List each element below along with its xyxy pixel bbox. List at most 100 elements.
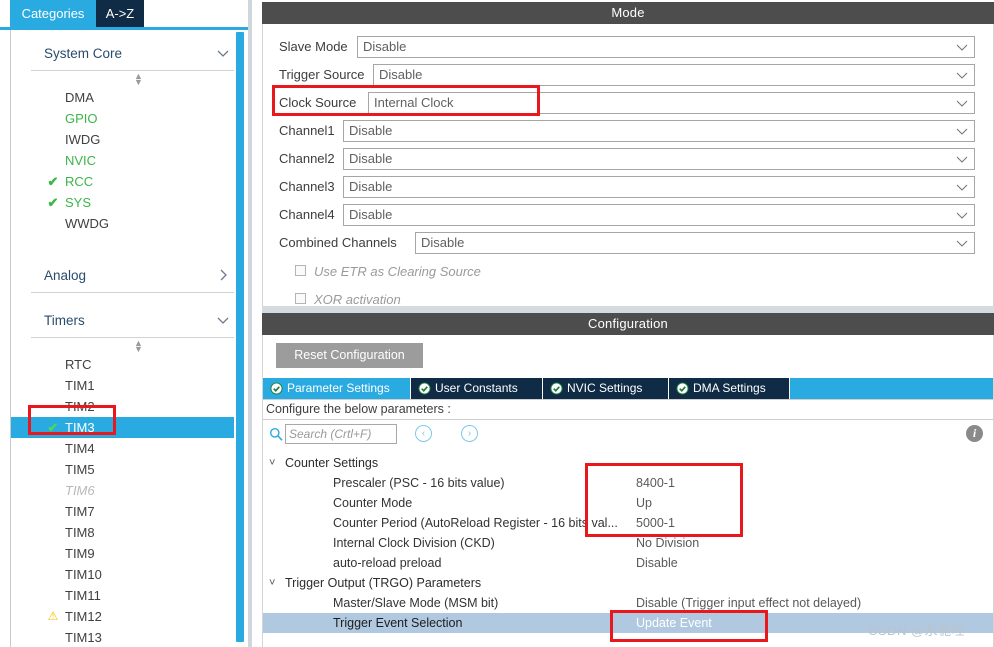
sidebar-item-sys[interactable]: ✔ SYS — [11, 192, 248, 213]
sidebar-item-tim4[interactable]: TIM4 — [11, 438, 248, 459]
sidebar-item-tim13[interactable]: TIM13 — [11, 627, 248, 647]
item-status-icon — [45, 480, 61, 501]
sidebar-item-rcc[interactable]: ✔ RCC — [11, 171, 248, 192]
sidebar-item-iwdg[interactable]: IWDG — [11, 129, 248, 150]
clock-source-dropdown[interactable]: Internal Clock — [368, 92, 975, 114]
param-row-prescaler[interactable]: Prescaler (PSC - 16 bits value) 8400-1 — [263, 473, 993, 493]
checkbox-row-use-etr[interactable]: Use ETR as Clearing Source — [263, 259, 663, 285]
timers-spinner[interactable]: ▲ ▼ — [11, 338, 248, 354]
peripheral-sidebar: Categories A->Z System Core ▲ ▼ DMA GPIO… — [0, 0, 252, 647]
reset-configuration-button[interactable]: Reset Configuration — [276, 343, 423, 368]
tab-categories[interactable]: Categories — [10, 0, 96, 28]
sidebar-item-label: GPIO — [65, 111, 98, 126]
item-status-icon — [45, 564, 61, 585]
slave-mode-dropdown[interactable]: Disable — [357, 36, 975, 58]
configure-hint-bar: Configure the below parameters : — [263, 399, 993, 420]
param-name: Counter Mode — [333, 496, 413, 510]
system-core-spinner[interactable]: ▲ ▼ — [11, 71, 248, 87]
search-next-button[interactable]: › — [461, 425, 478, 442]
sidebar-item-label: TIM13 — [65, 630, 102, 645]
sidebar-item-tim10[interactable]: TIM10 — [11, 564, 248, 585]
sidebar-item-tim8[interactable]: TIM8 — [11, 522, 248, 543]
sidebar-item-tim6[interactable]: TIM6 — [11, 480, 248, 501]
chevron-down-icon — [217, 50, 229, 57]
channel1-dropdown[interactable]: Disable — [343, 120, 975, 142]
sidebar-item-label: TIM11 — [65, 588, 101, 603]
sidebar-item-rtc[interactable]: RTC — [11, 354, 248, 375]
timers-list: RTC TIM1 TIM2 ✔ TIM3 TIM4 TIM5 TIM6 TIM7… — [11, 354, 248, 647]
sidebar-item-label: NVIC — [65, 153, 97, 168]
param-group-counter-settings[interactable]: ˅ Counter Settings — [263, 453, 993, 473]
dropdown-value: Disable — [421, 235, 465, 250]
search-prev-button[interactable]: ‹ — [415, 425, 432, 442]
sidebar-item-tim7[interactable]: TIM7 — [11, 501, 248, 522]
sidebar-group-timers[interactable]: Timers — [31, 307, 234, 338]
combined-channels-dropdown[interactable]: Disable — [415, 232, 975, 254]
mode-label: Channel4 — [279, 207, 335, 222]
param-value[interactable]: Update Event — [636, 613, 712, 633]
sidebar-group-label: Analog — [44, 268, 87, 283]
sidebar-item-tim1[interactable]: TIM1 — [11, 375, 248, 396]
checkbox-icon[interactable] — [295, 265, 306, 276]
param-row-counter-mode[interactable]: Counter Mode Up — [263, 493, 993, 513]
param-row-auto-reload-preload[interactable]: auto-reload preload Disable — [263, 553, 993, 573]
param-value[interactable]: Disable (Trigger input effect not delaye… — [636, 593, 861, 613]
tab-dma-settings[interactable]: DMA Settings — [669, 378, 790, 399]
sidebar-item-label: TIM10 — [65, 567, 102, 582]
check-circle-icon — [418, 382, 431, 395]
param-row-master-slave-mode[interactable]: Master/Slave Mode (MSM bit) Disable (Tri… — [263, 593, 993, 613]
check-icon: ✔ — [47, 195, 59, 210]
param-value[interactable]: 5000-1 — [636, 513, 675, 533]
param-value[interactable]: Disable — [636, 553, 678, 573]
check-icon: ✔ — [47, 174, 59, 189]
mode-label: Trigger Source — [279, 67, 365, 82]
tab-user-constants[interactable]: User Constants — [411, 378, 543, 399]
sidebar-item-tim2[interactable]: TIM2 — [11, 396, 248, 417]
mode-row-channel1: Channel1 Disable — [263, 117, 994, 145]
sidebar-item-tim3[interactable]: ✔ TIM3 — [11, 417, 234, 438]
tab-nvic-settings[interactable]: NVIC Settings — [543, 378, 669, 399]
sidebar-item-label: SYS — [65, 195, 92, 210]
sidebar-item-wwdg[interactable]: WWDG — [11, 213, 248, 234]
item-status-icon — [45, 627, 61, 647]
param-group-label: Trigger Output (TRGO) Parameters — [285, 576, 482, 590]
chevron-down-icon: ˅ — [269, 457, 276, 469]
dropdown-value: Disable — [349, 123, 393, 138]
spinner-down-icon: ▼ — [134, 77, 143, 87]
info-icon[interactable]: i — [966, 425, 983, 442]
sidebar-item-label: TIM9 — [65, 546, 95, 561]
param-group-trigger-output[interactable]: ˅ Trigger Output (TRGO) Parameters — [263, 573, 993, 593]
channel2-dropdown[interactable]: Disable — [343, 148, 975, 170]
sidebar-item-tim9[interactable]: TIM9 — [11, 543, 248, 564]
sidebar-scrollbar[interactable] — [236, 32, 244, 642]
param-value[interactable]: 8400-1 — [636, 473, 675, 493]
panel-separator — [262, 306, 994, 313]
mode-row-combined-channels: Combined Channels Disable — [263, 229, 994, 257]
sidebar-item-label: RTC — [65, 357, 92, 372]
mode-label: Channel2 — [279, 151, 335, 166]
param-row-internal-clock-division[interactable]: Internal Clock Division (CKD) No Divisio… — [263, 533, 993, 553]
sidebar-group-analog[interactable]: Analog — [31, 262, 234, 293]
sidebar-group-system-core[interactable]: System Core — [31, 40, 234, 71]
sidebar-item-dma[interactable]: DMA — [11, 87, 248, 108]
configuration-panel: Reset Configuration Parameter Settings U… — [262, 335, 994, 647]
channel3-dropdown[interactable]: Disable — [343, 176, 975, 198]
parameter-table: ˅ Counter Settings Prescaler (PSC - 16 b… — [263, 453, 993, 647]
sidebar-item-tim5[interactable]: TIM5 — [11, 459, 248, 480]
sidebar-item-gpio[interactable]: GPIO — [11, 108, 248, 129]
param-row-trigger-event-selection[interactable]: Trigger Event Selection Update Event — [263, 613, 993, 633]
search-input[interactable] — [285, 424, 397, 444]
sidebar-item-tim12[interactable]: ⚠ TIM12 — [11, 606, 248, 627]
channel4-dropdown[interactable]: Disable — [343, 204, 975, 226]
sidebar-item-tim11[interactable]: TIM11 — [11, 585, 248, 606]
param-value[interactable]: No Division — [636, 533, 699, 553]
trigger-source-dropdown[interactable]: Disable — [373, 64, 975, 86]
tab-a-to-z[interactable]: A->Z — [96, 0, 144, 28]
param-value[interactable]: Up — [636, 493, 652, 513]
chevron-down-icon — [956, 100, 968, 107]
tab-parameter-settings[interactable]: Parameter Settings — [263, 378, 411, 399]
param-row-counter-period[interactable]: Counter Period (AutoReload Register - 16… — [263, 513, 993, 533]
sidebar-item-nvic[interactable]: NVIC — [11, 150, 248, 171]
checkbox-icon[interactable] — [295, 293, 306, 304]
item-status-icon — [45, 585, 61, 606]
